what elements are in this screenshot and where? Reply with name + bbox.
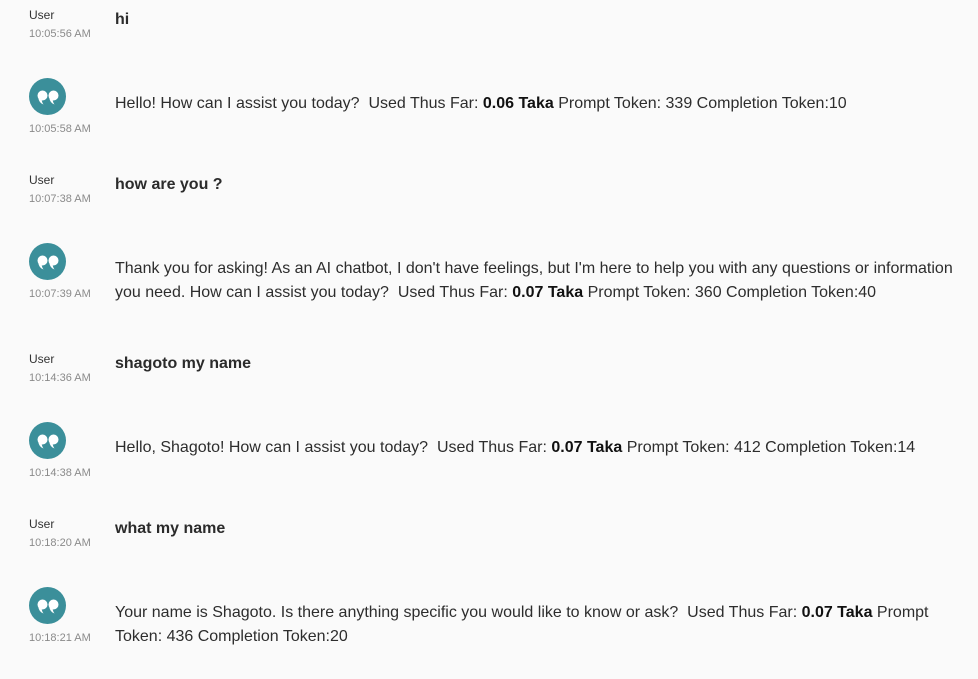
message-meta: 10:05:58 AM	[29, 78, 109, 136]
timestamp: 10:18:20 AM	[29, 537, 91, 549]
timestamp: 10:14:38 AM	[29, 467, 91, 479]
message-meta: 10:14:38 AM	[29, 422, 109, 480]
timestamp: 10:05:56 AM	[29, 28, 91, 40]
message-text: Your name is Shagoto. Is there anything …	[115, 601, 970, 649]
timestamp: 10:07:38 AM	[29, 193, 91, 205]
used-label: Used Thus Far:	[436, 439, 547, 456]
message-text: how are you ?	[115, 176, 223, 193]
message-text: hi	[115, 11, 130, 28]
reply-text: Hello, Shagoto! How can I assist you tod…	[115, 439, 429, 456]
message-text: Hello! How can I assist you today? Used …	[115, 92, 970, 116]
message-meta: User 10:07:38 AM	[29, 173, 109, 206]
sender-label: User	[29, 352, 55, 366]
sender-label: User	[29, 8, 55, 22]
cost-value: 0.06 Taka	[482, 95, 554, 112]
used-label: Used Thus Far:	[368, 95, 479, 112]
token-usage: Prompt Token: 339 Completion Token:10	[558, 95, 847, 112]
timestamp: 10:05:58 AM	[29, 123, 91, 135]
message-meta: 10:18:21 AM	[29, 587, 109, 645]
sender-label: User	[29, 173, 55, 187]
cost-value: 0.07 Taka	[512, 284, 584, 301]
assistant-avatar	[29, 78, 66, 115]
assistant-avatar	[29, 587, 66, 624]
message-meta: 10:07:39 AM	[29, 243, 109, 301]
message-meta: User 10:18:20 AM	[29, 517, 109, 550]
used-label: Used Thus Far:	[397, 284, 508, 301]
assistant-avatar	[29, 422, 66, 459]
token-usage: Prompt Token: 412 Completion Token:14	[626, 439, 916, 456]
sender-label: User	[29, 517, 55, 531]
timestamp: 10:14:36 AM	[29, 372, 91, 384]
quote-icon	[37, 434, 58, 448]
reply-text: Hello! How can I assist you today?	[115, 95, 360, 112]
message-text: shagoto my name	[115, 355, 252, 372]
message-meta: User 10:14:36 AM	[29, 352, 109, 385]
assistant-avatar	[29, 243, 66, 280]
timestamp: 10:18:21 AM	[29, 632, 91, 644]
quote-icon	[37, 599, 58, 613]
cost-value: 0.07 Taka	[801, 604, 873, 621]
quote-icon	[37, 90, 58, 104]
message-text: what my name	[115, 520, 226, 537]
used-label: Used Thus Far:	[687, 604, 798, 621]
message-meta: User 10:05:56 AM	[29, 8, 109, 41]
quote-icon	[37, 255, 58, 269]
message-text: Hello, Shagoto! How can I assist you tod…	[115, 436, 970, 460]
timestamp: 10:07:39 AM	[29, 288, 91, 300]
cost-value: 0.07 Taka	[551, 439, 623, 456]
reply-text: Your name is Shagoto. Is there anything …	[115, 604, 679, 621]
token-usage: Prompt Token: 360 Completion Token:40	[587, 284, 877, 301]
message-text: Thank you for asking! As an AI chatbot, …	[115, 257, 970, 305]
chat-transcript: User 10:05:56 AM hi 10:05:58 AM Hello! H…	[0, 0, 978, 679]
